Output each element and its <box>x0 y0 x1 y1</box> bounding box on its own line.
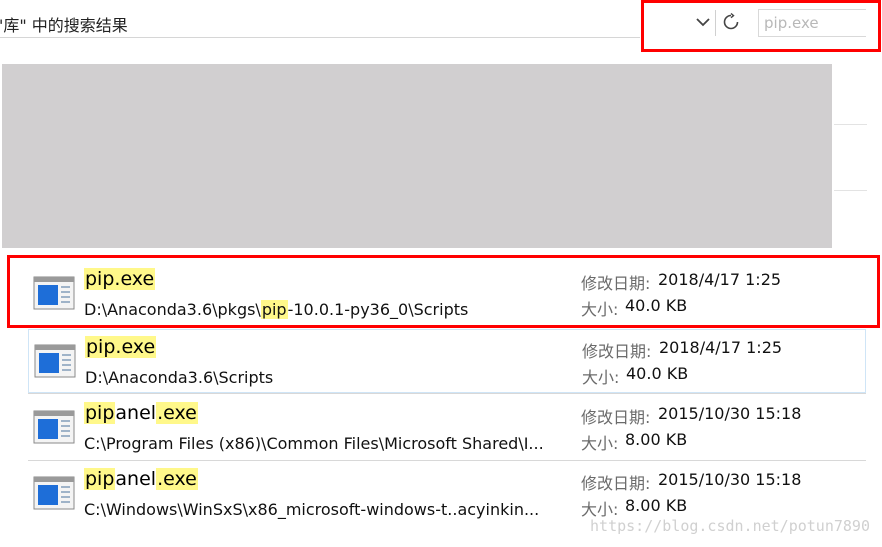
exe-file-icon <box>33 276 75 310</box>
modified-label: 修改日期: <box>581 474 651 493</box>
match-highlight: pip.exe <box>85 336 157 358</box>
modified-value: 2018/4/17 1:25 <box>659 338 783 357</box>
result-filename[interactable]: pip.exe <box>84 268 156 290</box>
size-label: 大小: <box>581 300 619 319</box>
watermark: https://blog.csdn.net/potun7890 <box>590 517 870 535</box>
result-row[interactable]: pip.exe D:\Anaconda3.6\pkgs\pip-10.0.1-py… <box>28 262 866 326</box>
path-text: D:\Anaconda3.6\pkgs\ <box>84 300 261 319</box>
modified-label: 修改日期: <box>582 342 652 361</box>
result-filename[interactable]: pipanel.exe <box>84 402 198 424</box>
match-highlight: pip <box>84 402 116 424</box>
modified-label: 修改日期: <box>581 408 651 427</box>
modified-value: 2015/10/30 15:18 <box>658 470 802 489</box>
result-row[interactable]: pipanel.exe C:\Program Files (x86)\Common… <box>28 396 866 460</box>
result-filename[interactable]: pip.exe <box>85 336 157 358</box>
result-filename[interactable]: pipanel.exe <box>84 468 198 490</box>
match-highlight: .exe <box>156 402 198 424</box>
modified-label: 修改日期: <box>581 274 651 293</box>
filename-text: anel <box>115 402 157 424</box>
path-text: C:\Windows\WinSxS\x86_microsoft-windows-… <box>84 500 540 519</box>
result-path: C:\Program Files (x86)\Common Files\Micr… <box>84 434 544 453</box>
match-highlight: pip.exe <box>84 268 156 290</box>
exe-file-icon <box>33 476 75 510</box>
modified-value: 2015/10/30 15:18 <box>658 404 802 423</box>
size-value: 40.0 KB <box>625 296 688 315</box>
match-highlight: pip <box>260 300 288 319</box>
path-text: C:\Program Files (x86)\Common Files\Micr… <box>84 434 544 453</box>
result-path: D:\Anaconda3.6\Scripts <box>85 368 273 387</box>
size-label: 大小: <box>582 368 620 387</box>
path-text: D:\Anaconda3.6\Scripts <box>85 368 274 387</box>
size-value: 8.00 KB <box>625 496 688 515</box>
match-highlight: .exe <box>156 468 198 490</box>
result-path: C:\Windows\WinSxS\x86_microsoft-windows-… <box>84 500 539 519</box>
size-label: 大小: <box>581 434 619 453</box>
filename-text: anel <box>115 468 157 490</box>
size-value: 40.0 KB <box>626 364 689 383</box>
result-path: D:\Anaconda3.6\pkgs\pip-10.0.1-py36_0\Sc… <box>84 300 468 319</box>
match-highlight: pip <box>84 468 116 490</box>
exe-file-icon <box>33 410 75 444</box>
path-text: -10.0.1-py36_0\Scripts <box>287 300 469 319</box>
exe-file-icon <box>34 344 76 378</box>
row-divider <box>28 460 866 461</box>
size-value: 8.00 KB <box>625 430 688 449</box>
search-results-list: pip.exe D:\Anaconda3.6\pkgs\pip-10.0.1-py… <box>0 0 882 547</box>
row-divider <box>28 393 866 394</box>
result-row[interactable]: pip.exe D:\Anaconda3.6\Scripts 修改日期: 2018/4… <box>28 329 866 393</box>
modified-value: 2018/4/17 1:25 <box>658 270 782 289</box>
